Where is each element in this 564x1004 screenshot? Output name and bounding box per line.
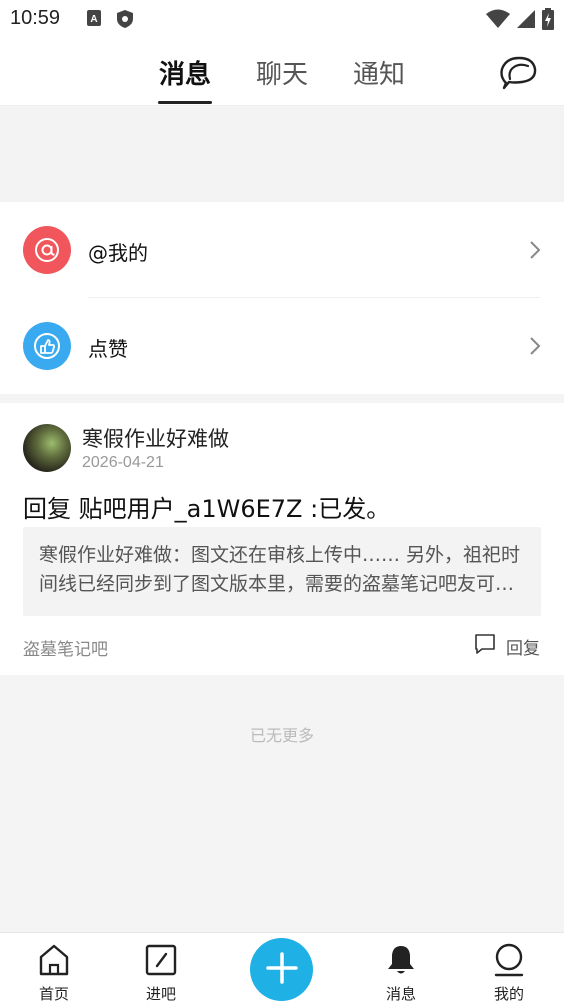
nav-messages-label: 消息 — [385, 985, 416, 1003]
at-icon — [23, 226, 71, 274]
tab-notifications[interactable]: 通知 — [353, 54, 405, 91]
shield-icon — [116, 9, 134, 33]
chevron-right-icon — [526, 334, 544, 358]
reply-content: 回复 贴吧用户_a1W6E7Z :已发。 — [23, 495, 391, 523]
reply-button[interactable]: 回复 — [474, 633, 540, 659]
post-create-button[interactable] — [250, 938, 313, 1001]
chevron-right-icon — [526, 238, 544, 262]
bottom-nav: 首页 进吧 消息 我的 — [0, 932, 564, 1004]
wifi-icon — [486, 9, 510, 33]
nav-forums-label: 进吧 — [145, 985, 176, 1003]
bell-icon — [385, 943, 417, 977]
chat-bubbles-icon[interactable] — [498, 55, 538, 91]
no-more-text: 已无更多 — [249, 726, 314, 745]
at-me-label: @我的 — [88, 241, 148, 265]
quoted-post[interactable]: 寒假作业好难做：图文还在审核上传中…… 另外，祖祀时间线已经同步到了图文版本里，… — [23, 527, 541, 616]
reply-label: 回复 — [506, 638, 540, 659]
banner-placeholder — [0, 107, 564, 202]
battery-charging-icon — [542, 8, 554, 34]
likes-label: 点赞 — [88, 337, 128, 361]
nav-messages[interactable]: 消息 — [361, 933, 441, 1004]
status-bar: 10:59 A — [0, 0, 564, 38]
profile-icon — [493, 943, 525, 977]
nav-home[interactable]: 首页 — [14, 933, 94, 1004]
at-me-row[interactable]: @我的 — [0, 202, 564, 298]
edit-square-icon — [145, 943, 177, 977]
nav-profile-label: 我的 — [493, 985, 524, 1003]
tab-chat[interactable]: 聊天 — [256, 54, 308, 91]
active-tab-indicator — [158, 101, 212, 104]
message-categories: @我的 点赞 — [0, 202, 564, 394]
thumbs-up-icon — [23, 322, 71, 370]
nav-home-label: 首页 — [38, 985, 69, 1003]
svg-text:A: A — [90, 14, 97, 25]
tab-messages[interactable]: 消息 — [159, 54, 211, 91]
nav-forums[interactable]: 进吧 — [121, 933, 201, 1004]
post-date: 2026-04-21 — [82, 454, 164, 471]
font-a-icon: A — [86, 9, 102, 33]
avatar[interactable] — [23, 424, 71, 472]
forum-name[interactable]: 盗墓笔记吧 — [23, 635, 108, 660]
post-author[interactable]: 寒假作业好难做 — [82, 423, 229, 453]
reply-card[interactable]: 寒假作业好难做 2026-04-21 回复 贴吧用户_a1W6E7Z :已发。 … — [0, 403, 564, 675]
home-icon — [38, 943, 70, 977]
plus-icon — [265, 951, 299, 989]
signal-icon — [516, 9, 536, 33]
nav-profile[interactable]: 我的 — [469, 933, 549, 1004]
comment-icon — [474, 633, 496, 659]
quoted-text: 寒假作业好难做：图文还在审核上传中…… 另外，祖祀时间线已经同步到了图文版本里，… — [39, 544, 521, 595]
status-time: 10:59 — [10, 7, 61, 29]
header: 消息 聊天 通知 — [0, 38, 564, 106]
likes-row[interactable]: 点赞 — [0, 298, 564, 394]
